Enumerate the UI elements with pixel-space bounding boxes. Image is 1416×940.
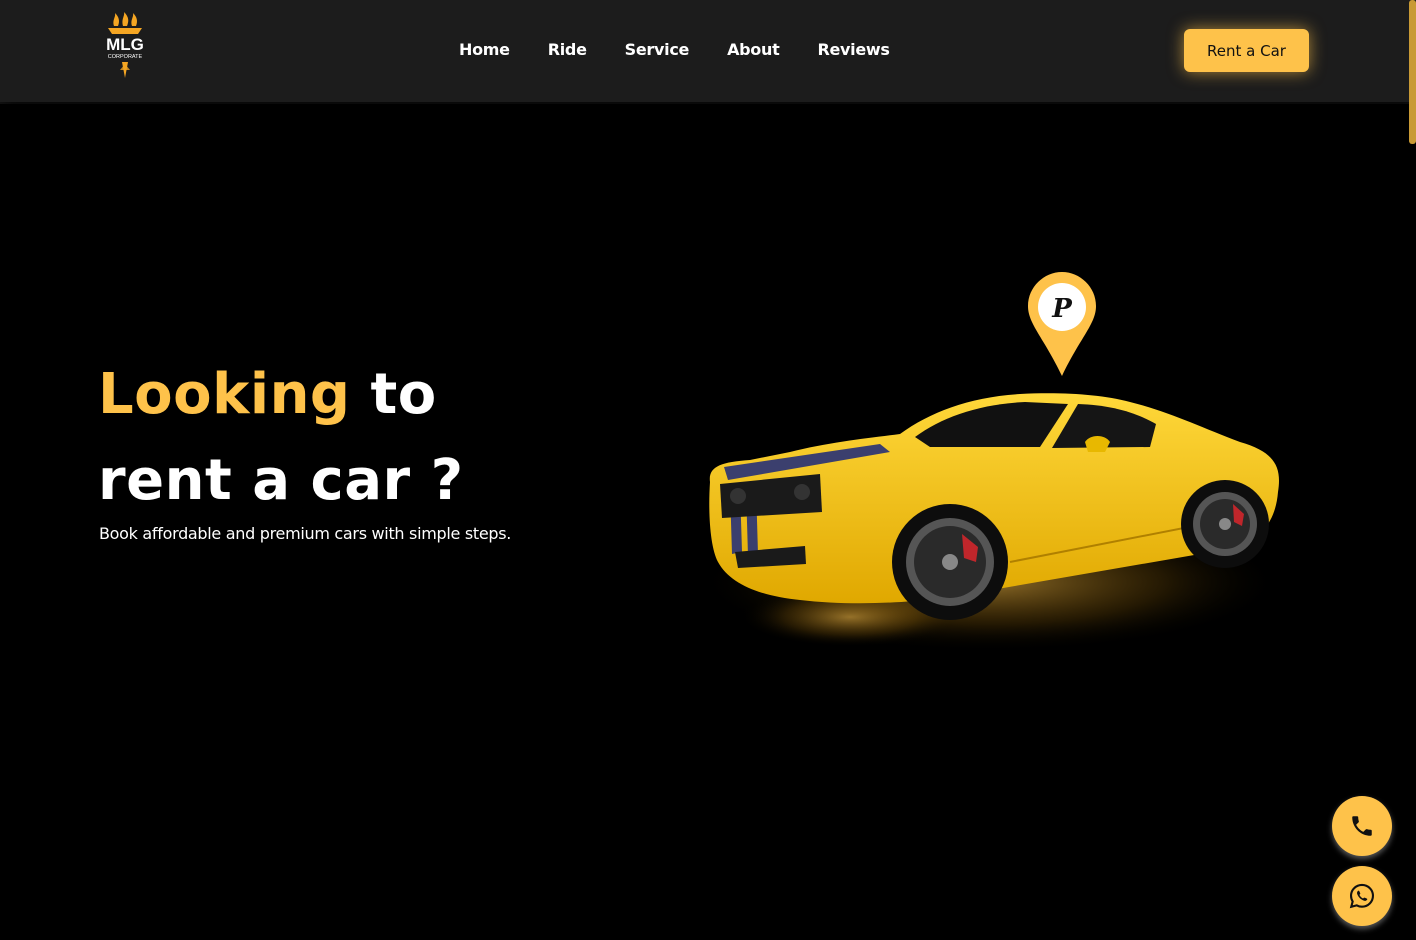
hero-car-illustration: P bbox=[700, 272, 1280, 652]
svg-text:CORPORATE: CORPORATE bbox=[108, 54, 143, 60]
scrollbar[interactable] bbox=[1409, 0, 1416, 144]
nav-reviews[interactable]: Reviews bbox=[817, 40, 889, 59]
svg-text:MLG: MLG bbox=[106, 35, 144, 54]
nav-ride[interactable]: Ride bbox=[548, 40, 587, 59]
navbar: MLG CORPORATE Home Ride Service About Re… bbox=[0, 0, 1416, 102]
hero-title-line2: rent a car ? bbox=[98, 448, 464, 513]
hero-subtitle: Book affordable and premium cars with si… bbox=[99, 524, 512, 543]
whatsapp-button[interactable] bbox=[1332, 866, 1392, 926]
rent-a-car-button[interactable]: Rent a Car bbox=[1184, 29, 1309, 72]
phone-icon bbox=[1352, 816, 1372, 836]
parking-pin-icon: P bbox=[1028, 272, 1096, 376]
whatsapp-icon bbox=[1349, 883, 1375, 909]
nav-about[interactable]: About bbox=[727, 40, 780, 59]
hero-title-rest: to bbox=[370, 362, 437, 427]
nav-home[interactable]: Home bbox=[459, 40, 510, 59]
main-nav: Home Ride Service About Reviews bbox=[459, 40, 928, 59]
nav-service[interactable]: Service bbox=[625, 40, 690, 59]
hero-title: Looking to rent a car ? bbox=[98, 352, 658, 524]
svg-text:P: P bbox=[1051, 294, 1073, 324]
hero-title-accent: Looking bbox=[98, 362, 351, 427]
mlg-corporate-logo[interactable]: MLG CORPORATE bbox=[96, 12, 154, 80]
call-button[interactable] bbox=[1332, 796, 1392, 856]
